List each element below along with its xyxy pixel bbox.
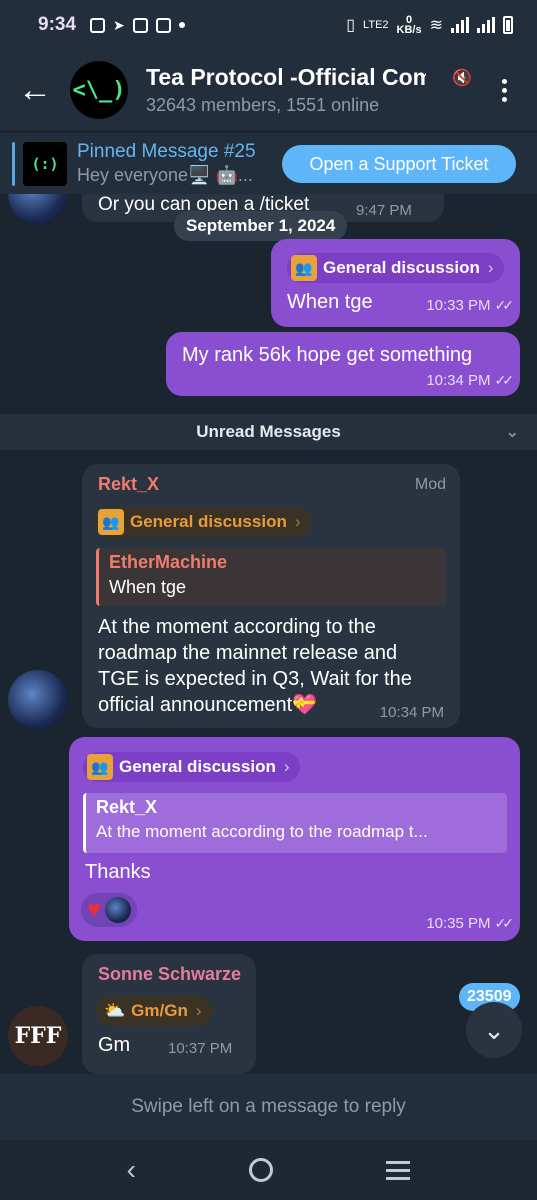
system-icons: ▯ LTE2 0 KB/s ≋ (346, 14, 513, 36)
chevron-right-icon: › (294, 512, 301, 531)
open-support-ticket-button[interactable]: Open a Support Ticket (282, 145, 516, 183)
message-bubble-incoming[interactable]: Sonne Schwarze ⛅ Gm/Gn › Gm 10:37 PM (82, 954, 256, 1074)
pinned-thumbnail: (:) (23, 141, 67, 186)
reply-hint-bar: Swipe left on a message to reply (0, 1074, 537, 1140)
double-check-icon: ✓✓ (494, 297, 515, 313)
status-bar: 9:34 ➤ ▯ LTE2 0 KB/s ≋ (0, 0, 537, 50)
chevron-down-icon: ⌄ (483, 1014, 505, 1045)
topic-tag[interactable]: 👥 General discussion › (287, 253, 504, 283)
double-check-icon: ✓✓ (494, 372, 515, 388)
message-bubble-outgoing[interactable]: 👥 General discussion › When tge 10:33 PM… (271, 239, 520, 327)
chat-avatar[interactable]: <\_) (70, 61, 128, 119)
message-list[interactable]: Or you can open a /ticket 9:47 PM Septem… (0, 194, 537, 1074)
signal-icon (451, 17, 469, 33)
speed-indicator: 0 KB/s (396, 14, 422, 36)
topic-icon: 👥 (98, 509, 124, 535)
unread-messages-divider: Unread Messages ⌄ (0, 414, 537, 450)
telegram-icon: ➤ (113, 16, 125, 33)
chevron-down-icon[interactable]: ⌄ (506, 422, 519, 442)
reaction-avatar (105, 897, 132, 923)
pinned-preview: Hey everyone🖥️ 🤖... (77, 165, 253, 185)
date-separator: September 1, 2024 (174, 211, 348, 241)
pin-indicator (12, 141, 15, 186)
message-text: When tge (287, 291, 373, 313)
wifi-icon: ≋ (429, 17, 443, 34)
message-time: 10:37 PM (168, 1040, 233, 1057)
heart-icon: ♥ (87, 896, 102, 923)
chevron-right-icon: › (283, 757, 290, 776)
back-arrow-icon[interactable]: ← (0, 50, 70, 130)
role-badge: Mod (414, 476, 446, 493)
message-time: 10:34 PM (379, 704, 444, 721)
chat-title: Tea Protocol -Official Community (146, 64, 426, 90)
instagram-icon (155, 17, 171, 33)
member-count: 32643 members, 1551 online (146, 95, 380, 115)
message-meta: 10:33 PM ✓✓ (426, 297, 515, 314)
topic-tag[interactable]: 👥 General discussion › (83, 752, 300, 782)
message-meta: 10:34 PM ✓✓ (426, 372, 515, 389)
android-nav-bar: ‹ (0, 1140, 537, 1200)
nav-home-icon[interactable] (249, 1158, 274, 1182)
reply-quote[interactable]: Rekt_X At the moment according to the ro… (83, 793, 507, 853)
more-menu-icon[interactable] (489, 70, 519, 110)
message-time: 9:47 PM (356, 202, 412, 219)
topic-tag[interactable]: ⛅ Gm/Gn › (96, 996, 212, 1026)
mute-icon: 🔇 (452, 70, 472, 87)
chat-title-area[interactable]: Tea Protocol -Official Community 32643 m… (146, 64, 426, 116)
message-text: Gm (98, 1034, 131, 1056)
message-text: Thanks (85, 861, 151, 883)
avatar[interactable]: FFF (8, 1006, 68, 1066)
pinned-title: Pinned Message #25 (77, 141, 256, 162)
pinned-message-bar[interactable]: (:) Pinned Message #25 Hey everyone🖥️ 🤖.… (0, 132, 537, 194)
avatar[interactable] (8, 670, 68, 730)
instagram-icon (132, 17, 148, 33)
sender-name[interactable]: Sonne Schwarze (98, 964, 241, 985)
scroll-down-button[interactable]: ⌄ (466, 1002, 522, 1058)
chevron-right-icon: › (487, 258, 494, 277)
sender-name[interactable]: Rekt_X (98, 474, 159, 495)
notification-icons: ➤ (90, 17, 185, 34)
facebook-icon (90, 17, 106, 33)
chat-header: ← <\_) Tea Protocol -Official Community … (0, 50, 537, 130)
avatar[interactable] (8, 194, 68, 224)
topic-icon: 👥 (87, 754, 113, 780)
message-bubble-outgoing[interactable]: My rank 56k hope get something 10:34 PM ✓… (166, 332, 520, 396)
double-check-icon: ✓✓ (494, 915, 515, 931)
reply-quote[interactable]: EtherMachine When tge (96, 548, 446, 606)
nav-back-icon[interactable]: ‹ (127, 1154, 136, 1186)
weather-icon: ⛅ (104, 1001, 126, 1020)
clock: 9:34 (38, 14, 77, 35)
signal-icon (477, 17, 495, 33)
reactions-row[interactable]: ♥ (81, 893, 138, 927)
topic-icon: 👥 (291, 255, 317, 281)
network-label: LTE2 (363, 19, 389, 31)
message-text: At the moment according to the roadmap t… (98, 616, 412, 716)
battery-icon (503, 16, 513, 34)
vibrate-icon: ▯ (346, 17, 356, 34)
message-bubble-incoming[interactable]: Rekt_X Mod 👥 General discussion › EtherM… (82, 464, 460, 728)
message-meta: 10:35 PM ✓✓ (426, 915, 515, 932)
nav-recents-icon[interactable] (386, 1160, 411, 1180)
message-bubble-outgoing[interactable]: 👥 General discussion › Rekt_X At the mom… (69, 737, 520, 941)
topic-tag[interactable]: 👥 General discussion › (94, 507, 311, 537)
message-text: My rank 56k hope get something (182, 344, 473, 366)
chevron-right-icon: › (195, 1001, 202, 1020)
more-notifications-icon (178, 22, 185, 28)
